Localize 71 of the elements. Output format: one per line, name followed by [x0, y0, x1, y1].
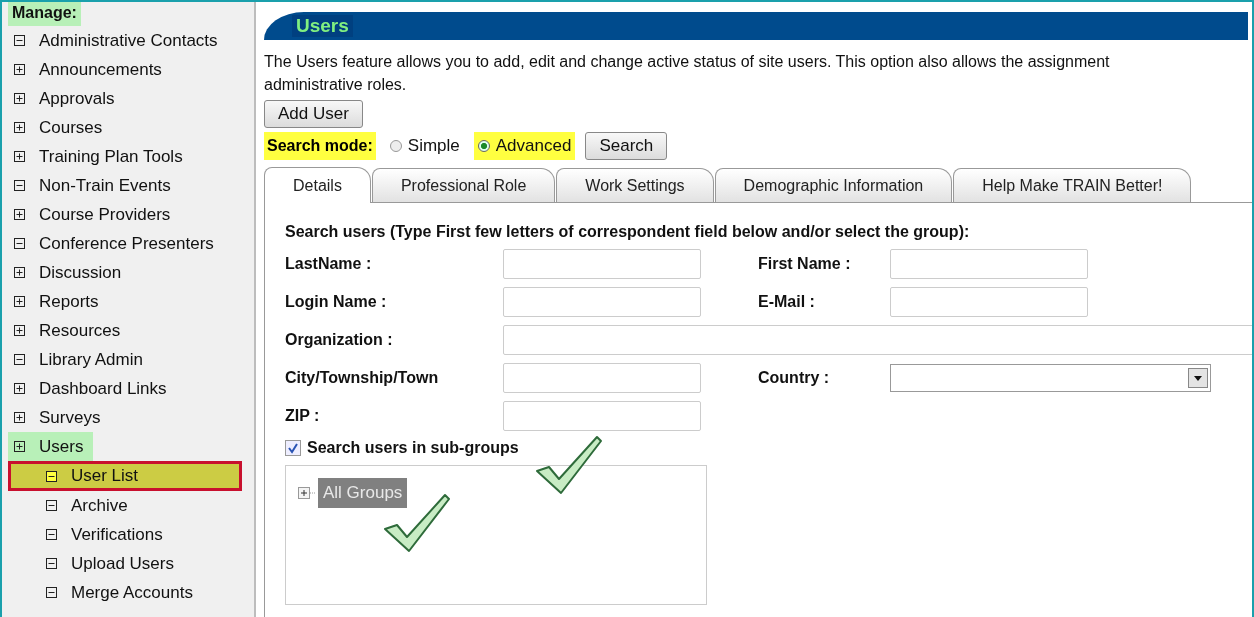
collapse-icon[interactable]: [46, 558, 57, 569]
sidebar-item[interactable]: Resources: [8, 316, 121, 345]
sidebar-item[interactable]: Courses: [8, 113, 103, 142]
field-label: First Name :: [758, 255, 852, 273]
expand-icon[interactable]: [14, 296, 25, 307]
collapse-icon[interactable]: [46, 470, 57, 482]
field-label: LastName :: [285, 255, 373, 273]
collapse-icon[interactable]: [14, 180, 25, 191]
field-label: E-Mail :: [758, 293, 816, 311]
sidebar-item[interactable]: Conference Presenters: [8, 229, 214, 258]
sidebar-item[interactable]: Administrative Contacts: [8, 26, 218, 55]
tab[interactable]: Work Settings: [556, 168, 714, 202]
expand-icon[interactable]: [14, 209, 25, 220]
sidebar-item[interactable]: Discussion: [8, 258, 122, 287]
input-field[interactable]: [503, 325, 1252, 355]
collapse-icon[interactable]: [46, 529, 57, 540]
sidebar-item[interactable]: User List: [8, 461, 242, 491]
sidebar-item[interactable]: Surveys: [8, 403, 101, 432]
collapse-icon[interactable]: [46, 587, 57, 598]
collapse-icon[interactable]: [14, 35, 25, 46]
field-label: ZIP :: [285, 407, 321, 425]
collapse-icon[interactable]: [46, 500, 57, 511]
radio-option[interactable]: Advanced: [473, 132, 576, 160]
sidebar-item[interactable]: Approvals: [8, 84, 115, 113]
sidebar-item[interactable]: Library Admin: [8, 345, 143, 374]
radio-option[interactable]: Simple: [385, 132, 464, 160]
page-title: Users: [292, 15, 353, 37]
input-field[interactable]: [890, 287, 1088, 317]
checkbox[interactable]: [285, 440, 301, 456]
search-button[interactable]: Search: [585, 132, 668, 160]
input-field[interactable]: [503, 249, 701, 279]
field-label: Organization :: [285, 331, 394, 349]
input-field[interactable]: [503, 287, 701, 317]
sidebar-item[interactable]: Verifications: [8, 520, 163, 549]
tab[interactable]: Professional Role: [371, 168, 556, 202]
tab[interactable]: Demographic Information: [714, 168, 953, 202]
instruction-text: Search users (Type First few letters of correspondent field below and/or select the group):: [285, 223, 971, 241]
input-field[interactable]: [503, 401, 701, 431]
field-label: Login Name :: [285, 293, 388, 311]
expand-icon[interactable]: [14, 412, 25, 423]
expand-icon[interactable]: [14, 267, 25, 278]
expand-icon[interactable]: [14, 325, 25, 336]
sidebar-item[interactable]: Users: [8, 432, 94, 461]
search-mode-label: Search mode:: [264, 132, 376, 160]
sidebar-item[interactable]: Training Plan Tools: [8, 142, 183, 171]
expand-icon[interactable]: [14, 64, 25, 75]
sidebar-item[interactable]: Upload Users: [8, 549, 174, 578]
sidebar-item[interactable]: Reports: [8, 287, 99, 316]
field-label: Country :: [758, 369, 831, 387]
input-field[interactable]: [503, 363, 701, 393]
sidebar-item[interactable]: Merge Accounts: [8, 578, 193, 607]
expand-icon[interactable]: [14, 151, 25, 162]
sidebar-item[interactable]: Dashboard Links: [8, 374, 167, 403]
collapse-icon[interactable]: [14, 354, 25, 365]
check-mark-icon: [535, 435, 605, 497]
add-user-button[interactable]: Add User: [264, 100, 363, 128]
sidebar-item[interactable]: Announcements: [8, 55, 162, 84]
sidebar-heading: Manage:: [8, 2, 81, 26]
expand-icon[interactable]: [14, 93, 25, 104]
sidebar-item[interactable]: Archive: [8, 491, 128, 520]
expand-icon[interactable]: [14, 441, 25, 452]
sidebar-item[interactable]: Non-Train Events: [8, 171, 171, 200]
field-label: City/Township/Town: [285, 369, 440, 387]
tab[interactable]: Help Make TRAIN Better!: [953, 168, 1192, 202]
input-field[interactable]: [890, 249, 1088, 279]
expand-icon[interactable]: [14, 383, 25, 394]
tab[interactable]: Details: [264, 167, 371, 203]
collapse-icon[interactable]: [14, 238, 25, 249]
expand-icon[interactable]: [14, 122, 25, 133]
description-text: The Users feature allows you to add, edit and change active status of site users. This option also allows the assignment administrative roles.: [264, 52, 1111, 95]
sidebar-item[interactable]: Course Providers: [8, 200, 171, 229]
